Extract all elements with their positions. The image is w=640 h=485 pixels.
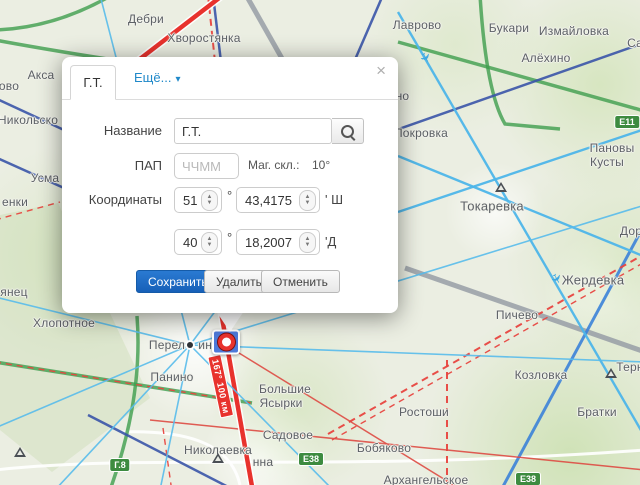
chevron-down-icon: ▾ bbox=[175, 74, 180, 85]
road-badge: Е11 bbox=[615, 116, 639, 128]
map-label: Архангельское bbox=[384, 473, 469, 485]
map-label: Измайловка bbox=[539, 24, 609, 38]
route-darkblue bbox=[354, 0, 383, 62]
map-label: Хлопотное bbox=[33, 316, 95, 330]
map-label: Усма bbox=[31, 171, 60, 185]
map-label: нна bbox=[253, 455, 274, 469]
map-label: Дор bbox=[620, 224, 640, 238]
lon-degrees-stepper[interactable]: 40 ▲▼ bbox=[174, 229, 222, 255]
map-label: Ростоши bbox=[399, 405, 449, 419]
lat-min-unit: ' Ш bbox=[325, 192, 343, 207]
stepper-arrows-icon[interactable]: ▲▼ bbox=[201, 190, 218, 211]
map-label: Покровка bbox=[394, 126, 448, 140]
map-label: Братки bbox=[577, 405, 617, 419]
lon-minutes-stepper[interactable]: 18,2007 ▲▼ bbox=[236, 229, 320, 255]
obstacle-triangle-icon bbox=[495, 182, 507, 192]
settlement-dot bbox=[187, 342, 193, 348]
map-label: Пановы bbox=[590, 141, 635, 155]
lon-minutes-value: 18,2007 bbox=[237, 235, 299, 250]
route-cyan-ray bbox=[190, 345, 640, 362]
mag-declination-value: 10° bbox=[312, 158, 330, 172]
tab-more-label: Ещё... bbox=[134, 70, 171, 85]
route-green bbox=[0, 0, 112, 30]
obstacle-triangle-icon bbox=[605, 368, 617, 378]
route-gray bbox=[246, 0, 284, 62]
map-label: янец bbox=[0, 285, 27, 299]
lon-min-unit: 'Д bbox=[325, 234, 336, 249]
map-label: Дебри bbox=[128, 12, 164, 26]
lat-degrees-stepper[interactable]: 51 ▲▼ bbox=[174, 187, 222, 213]
dialog-callout-pointer bbox=[216, 311, 244, 332]
map-label: Садовое bbox=[263, 428, 313, 442]
map-label: Акса bbox=[28, 68, 55, 82]
cancel-button[interactable]: Отменить bbox=[261, 270, 340, 293]
road-badge: Е38 bbox=[516, 473, 540, 485]
obstacle-triangle-icon bbox=[14, 447, 26, 457]
map-label: енки bbox=[2, 195, 28, 209]
map-label: Кусты bbox=[590, 155, 624, 169]
map-label: Большие bbox=[259, 382, 311, 396]
tab-more[interactable]: Ещё... ▾ bbox=[134, 70, 180, 85]
map-label: Терн bbox=[616, 360, 640, 374]
obstacle-triangle-icon bbox=[212, 453, 224, 463]
map-label: Букари bbox=[489, 21, 529, 35]
road-badge: Е38 bbox=[299, 453, 323, 465]
stepper-arrows-icon[interactable]: ▲▼ bbox=[201, 232, 218, 253]
stepper-arrows-icon[interactable]: ▲▼ bbox=[299, 190, 316, 211]
map-label: Пичево bbox=[496, 308, 538, 322]
name-input[interactable] bbox=[174, 118, 332, 144]
lon-deg-unit: ° bbox=[227, 230, 232, 245]
waypoint-edit-dialog: × Г.Т. Ещё...▾ Название ПАП Маг. скл.: 1… bbox=[62, 57, 398, 313]
map-canvas[interactable]: 167° 100 км × Г.Т. Ещё...▾ Название ПАП … bbox=[0, 0, 640, 485]
search-button[interactable] bbox=[332, 118, 364, 144]
map-label: Жердевка bbox=[562, 273, 625, 288]
road-badge: Г.8 bbox=[110, 459, 129, 471]
lat-degrees-value: 51 bbox=[175, 193, 201, 208]
map-label: Алёхино bbox=[521, 51, 570, 65]
tab-waypoint[interactable]: Г.Т. bbox=[70, 65, 116, 100]
lat-minutes-stepper[interactable]: 43,4175 ▲▼ bbox=[236, 187, 320, 213]
selected-waypoint-marker[interactable] bbox=[212, 330, 240, 355]
map-label: Ясырки bbox=[259, 396, 302, 410]
waypoint-ring-icon bbox=[218, 334, 235, 351]
coords-label: Координаты bbox=[62, 192, 162, 207]
route-green bbox=[398, 42, 640, 112]
search-icon bbox=[341, 125, 354, 138]
lat-deg-unit: ° bbox=[227, 188, 232, 203]
map-label: Перел bbox=[149, 338, 185, 352]
name-label: Название bbox=[62, 123, 162, 138]
map-label: Никольско bbox=[0, 113, 58, 127]
lat-minutes-value: 43,4175 bbox=[237, 193, 299, 208]
pap-input[interactable] bbox=[174, 153, 239, 179]
map-label: ово bbox=[0, 79, 19, 93]
mag-declination-label: Маг. скл.: bbox=[248, 158, 299, 172]
map-label: Са bbox=[627, 36, 640, 50]
map-label: Панино bbox=[150, 370, 193, 384]
lon-degrees-value: 40 bbox=[175, 235, 201, 250]
route-blue bbox=[500, 218, 640, 485]
map-label: Хворостянка bbox=[167, 31, 240, 45]
stepper-arrows-icon[interactable]: ▲▼ bbox=[299, 232, 316, 253]
map-label: Токаревка bbox=[460, 199, 524, 214]
pap-label: ПАП bbox=[62, 158, 162, 173]
map-label: Бобяково bbox=[357, 441, 411, 455]
map-label: Козловка bbox=[515, 368, 568, 382]
map-label: Лаврово bbox=[393, 18, 442, 32]
